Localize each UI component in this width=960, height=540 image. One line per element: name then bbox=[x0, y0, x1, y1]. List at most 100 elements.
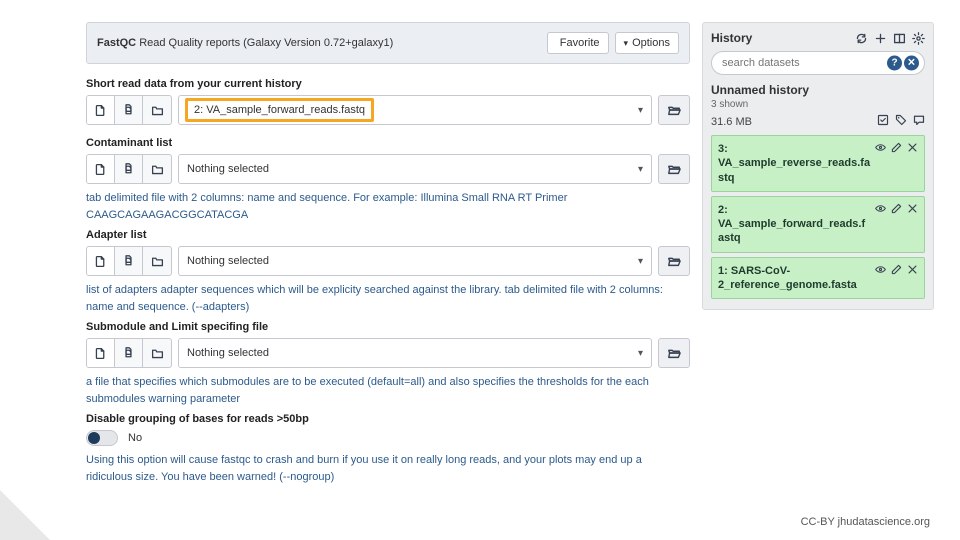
select-all-button[interactable] bbox=[877, 114, 889, 129]
multi-file-mode[interactable] bbox=[115, 247, 143, 275]
chat-icon bbox=[913, 114, 925, 126]
tag-icon bbox=[895, 114, 907, 126]
history-shown-count: 3 shown bbox=[711, 99, 925, 110]
single-file-mode[interactable] bbox=[87, 155, 115, 183]
view-dataset-button[interactable] bbox=[875, 203, 886, 214]
help-text: a file that specifies which submodules a… bbox=[86, 374, 690, 407]
dataset-item[interactable]: 1: SARS-CoV-2_reference_genome.fasta bbox=[711, 257, 925, 300]
tool-title: FastQC Read Quality reports (Galaxy Vers… bbox=[97, 37, 393, 49]
file-icon bbox=[94, 104, 107, 117]
columns-icon bbox=[893, 32, 906, 45]
files-icon bbox=[122, 255, 135, 268]
plus-icon bbox=[874, 32, 887, 45]
dataset-item[interactable]: 3: VA_sample_reverse_reads.fastq bbox=[711, 135, 925, 192]
view-dataset-button[interactable] bbox=[875, 142, 886, 153]
short-read-select[interactable]: 2: VA_sample_forward_reads.fastq ▾ bbox=[178, 95, 652, 125]
folder-icon bbox=[151, 163, 164, 176]
submodule-select[interactable]: Nothing selected ▾ bbox=[178, 338, 652, 368]
help-text: tab delimited file with 2 columns: name … bbox=[86, 190, 690, 223]
folder-open-icon bbox=[667, 254, 681, 268]
multi-file-mode[interactable] bbox=[115, 339, 143, 367]
view-dataset-button[interactable] bbox=[875, 264, 886, 275]
file-icon bbox=[94, 163, 107, 176]
x-icon bbox=[907, 142, 918, 153]
corner-decoration bbox=[0, 490, 50, 540]
eye-icon bbox=[875, 264, 886, 275]
help-text: list of adapters adapter sequences which… bbox=[86, 282, 690, 315]
chevron-down-icon: ▾ bbox=[638, 105, 643, 116]
collection-mode[interactable] bbox=[143, 247, 171, 275]
browse-button[interactable] bbox=[658, 246, 690, 276]
x-icon bbox=[907, 264, 918, 275]
field-label: Short read data from your current histor… bbox=[86, 78, 690, 90]
field-label: Adapter list bbox=[86, 229, 690, 241]
multi-file-mode[interactable] bbox=[115, 96, 143, 124]
search-help-button[interactable]: ? bbox=[887, 56, 902, 71]
browse-button[interactable] bbox=[658, 338, 690, 368]
input-mode-group bbox=[86, 338, 172, 368]
field-label: Submodule and Limit specifing file bbox=[86, 321, 690, 333]
new-history-button[interactable] bbox=[874, 32, 887, 45]
files-icon bbox=[122, 104, 135, 117]
history-panel: History ? ✕ Unnamed history 3 shown 31.6… bbox=[702, 22, 934, 497]
folder-open-icon bbox=[667, 103, 681, 117]
chevron-down-icon: ▾ bbox=[638, 256, 643, 267]
input-mode-group bbox=[86, 246, 172, 276]
options-button[interactable]: ▾ Options bbox=[615, 32, 679, 54]
file-icon bbox=[94, 255, 107, 268]
delete-dataset-button[interactable] bbox=[907, 203, 918, 214]
folder-open-icon bbox=[667, 346, 681, 360]
check-icon bbox=[877, 114, 889, 126]
annotation-button[interactable] bbox=[913, 114, 925, 129]
folder-open-icon bbox=[667, 162, 681, 176]
history-options-button[interactable] bbox=[912, 32, 925, 45]
help-text: Using this option will cause fastqc to c… bbox=[86, 452, 690, 485]
files-icon bbox=[122, 347, 135, 360]
search-clear-button[interactable]: ✕ bbox=[904, 56, 919, 71]
tool-header: FastQC Read Quality reports (Galaxy Vers… bbox=[86, 22, 690, 64]
browse-button[interactable] bbox=[658, 95, 690, 125]
input-mode-group bbox=[86, 95, 172, 125]
selected-value-highlight: 2: VA_sample_forward_reads.fastq bbox=[185, 98, 374, 122]
gear-icon bbox=[912, 32, 925, 45]
input-mode-group bbox=[86, 154, 172, 184]
history-size: 31.6 MB bbox=[711, 116, 752, 128]
collection-mode[interactable] bbox=[143, 155, 171, 183]
field-label: Disable grouping of bases for reads >50b… bbox=[86, 413, 690, 425]
collection-mode[interactable] bbox=[143, 96, 171, 124]
contaminant-select[interactable]: Nothing selected ▾ bbox=[178, 154, 652, 184]
view-all-button[interactable] bbox=[893, 32, 906, 45]
delete-dataset-button[interactable] bbox=[907, 264, 918, 275]
field-label: Contaminant list bbox=[86, 137, 690, 149]
tool-form: FastQC Read Quality reports (Galaxy Vers… bbox=[86, 22, 690, 497]
single-file-mode[interactable] bbox=[87, 247, 115, 275]
adapter-select[interactable]: Nothing selected ▾ bbox=[178, 246, 652, 276]
dataset-item[interactable]: 2: VA_sample_forward_reads.fastq bbox=[711, 196, 925, 253]
edit-dataset-button[interactable] bbox=[891, 142, 902, 153]
x-icon bbox=[907, 203, 918, 214]
single-file-mode[interactable] bbox=[87, 96, 115, 124]
edit-dataset-button[interactable] bbox=[891, 264, 902, 275]
tags-button[interactable] bbox=[895, 114, 907, 129]
history-name[interactable]: Unnamed history bbox=[711, 83, 925, 97]
nogroup-toggle[interactable] bbox=[86, 430, 118, 446]
file-icon bbox=[94, 347, 107, 360]
single-file-mode[interactable] bbox=[87, 339, 115, 367]
multi-file-mode[interactable] bbox=[115, 155, 143, 183]
edit-dataset-button[interactable] bbox=[891, 203, 902, 214]
chevron-down-icon: ▾ bbox=[638, 348, 643, 359]
collection-mode[interactable] bbox=[143, 339, 171, 367]
delete-dataset-button[interactable] bbox=[907, 142, 918, 153]
refresh-button[interactable] bbox=[855, 32, 868, 45]
pencil-icon bbox=[891, 203, 902, 214]
browse-button[interactable] bbox=[658, 154, 690, 184]
caret-down-icon: ▾ bbox=[624, 38, 629, 49]
folder-icon bbox=[151, 104, 164, 117]
folder-icon bbox=[151, 255, 164, 268]
favorite-button[interactable]: Favorite bbox=[547, 32, 609, 54]
eye-icon bbox=[875, 203, 886, 214]
attribution-text: CC-BY jhudatascience.org bbox=[801, 516, 930, 528]
chevron-down-icon: ▾ bbox=[638, 164, 643, 175]
pencil-icon bbox=[891, 264, 902, 275]
files-icon bbox=[122, 163, 135, 176]
